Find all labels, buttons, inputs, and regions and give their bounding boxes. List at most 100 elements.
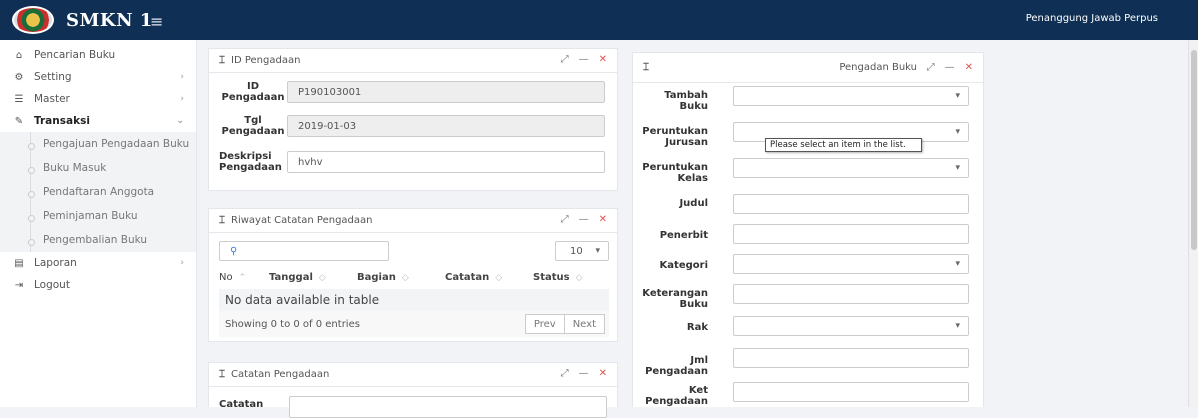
field-label-peruntukan-kelas: Peruntukan Kelas — [642, 162, 708, 184]
tgl-pengadaan-input[interactable]: 2019-01-03 — [287, 115, 605, 137]
field-label-tambah-buku: Tambah Buku — [664, 90, 708, 112]
panel-catatan-pengadaan: ⌶ Catatan Pengadaan ⤢ — ✕ Catatan — [208, 362, 618, 418]
sidebar-item-master[interactable]: ☰ Master › — [0, 88, 196, 110]
expand-icon[interactable]: ⤢ — [927, 62, 935, 73]
col-catatan[interactable]: Catatan ◇ — [445, 272, 533, 283]
close-icon[interactable]: ✕ — [599, 54, 607, 65]
sidebar-item-label: Setting — [34, 71, 72, 83]
sidebar-subitem-peminjaman-buku[interactable]: Peminjaman Buku — [28, 204, 196, 228]
school-logo — [12, 6, 54, 34]
close-icon[interactable]: ✕ — [965, 62, 973, 73]
sidebar-item-pencarian-buku[interactable]: ⌂ Pencarian Buku — [0, 44, 196, 66]
app-title: SMKN 1 — [66, 9, 153, 31]
field-label-tgl-pengadaan: Tgl Pengadaan — [221, 115, 285, 137]
penerbit-input[interactable] — [733, 224, 969, 244]
panel-id-pengadaan: ⌶ ID Pengadaan ⤢ — ✕ ID Pengadaan P190103… — [208, 48, 618, 191]
expand-icon[interactable]: ⤢ — [561, 54, 569, 65]
panel-handle-icon: ⌶ — [219, 55, 225, 66]
sidebar-subitem-buku-masuk[interactable]: Buku Masuk — [28, 156, 196, 180]
sidebar-item-logout[interactable]: ⇥ Logout — [0, 274, 196, 296]
sidebar-subitem-pendaftaran-anggota[interactable]: Pendaftaran Anggota — [28, 180, 196, 204]
sidebar-item-transaksi[interactable]: ✎ Transaksi ⌄ — [0, 110, 196, 132]
panel-header: ⌶ ID Pengadaan ⤢ — ✕ — [209, 49, 617, 73]
close-icon[interactable]: ✕ — [599, 214, 607, 225]
panel-header: ⌶ Catatan Pengadaan ⤢ — ✕ — [209, 363, 617, 387]
panel-title: Catatan Pengadaan — [231, 369, 330, 380]
catatan-input[interactable] — [289, 396, 607, 418]
rak-select[interactable] — [733, 316, 969, 336]
expand-icon[interactable]: ⤢ — [561, 214, 569, 225]
panel-handle-icon: ⌶ — [219, 369, 225, 380]
field-label-peruntukan-jurusan: Peruntukan Jurusan — [642, 126, 708, 148]
search-input[interactable]: ⚲ — [219, 241, 389, 261]
field-label-jml-pengadaan: Jml Pengadaan — [645, 355, 708, 377]
jml-pengadaan-input[interactable] — [733, 348, 969, 368]
col-no[interactable]: No ⌃ — [219, 272, 269, 283]
close-icon[interactable]: ✕ — [599, 368, 607, 379]
deskripsi-pengadaan-input[interactable]: hvhv — [287, 151, 605, 173]
tambah-buku-select[interactable] — [733, 86, 969, 106]
sidebar-item-label: Master — [34, 93, 70, 105]
kategori-select[interactable] — [733, 254, 969, 274]
chevron-down-icon: ⌄ — [176, 116, 184, 126]
page-size-select[interactable]: 10 — [555, 241, 609, 261]
peruntukan-kelas-select[interactable] — [733, 158, 969, 178]
expand-icon[interactable]: ⤢ — [561, 368, 569, 379]
chevron-right-icon: › — [180, 258, 184, 268]
minimize-icon[interactable]: — — [579, 54, 589, 65]
field-label-penerbit: Penerbit — [659, 230, 708, 241]
keterangan-buku-input[interactable] — [733, 284, 969, 304]
panel-handle-icon: ⌶ — [219, 215, 225, 226]
field-label-ket-pengadaan: Ket Pengadaan — [645, 385, 708, 407]
user-menu[interactable]: Penanggung Jawab Perpus — [1026, 13, 1158, 24]
table-header: No ⌃ Tanggal ◇ Bagian ◇ Catatan ◇ Status ◇ — [219, 265, 609, 289]
panel-header: ⌶ Riwayat Catatan Pengadaan ⤢ — ✕ — [209, 209, 617, 233]
field-label-kategori: Kategori — [659, 260, 708, 271]
sidebar-item-setting[interactable]: ⚙ Setting › — [0, 66, 196, 88]
database-icon: ☰ — [14, 93, 24, 105]
panel-handle-icon: ⌶ — [643, 62, 649, 73]
next-button[interactable]: Next — [564, 314, 605, 334]
minimize-icon[interactable]: — — [579, 368, 589, 379]
id-pengadaan-input[interactable]: P190103001 — [287, 81, 605, 103]
home-icon: ⌂ — [15, 49, 23, 61]
judul-input[interactable] — [733, 194, 969, 214]
col-bagian[interactable]: Bagian ◇ — [357, 272, 445, 283]
search-icon: ⚲ — [230, 245, 238, 257]
panel-title: ID Pengadaan — [231, 55, 301, 66]
field-label-rak: Rak — [686, 322, 708, 333]
col-status[interactable]: Status ◇ — [533, 272, 603, 283]
page-scrollbar[interactable] — [1188, 40, 1198, 407]
sidebar-subitem-pengajuan-pengadaan-buku[interactable]: Pengajuan Pengadaan Buku — [28, 132, 196, 156]
field-label-judul: Judul — [679, 198, 708, 209]
sidebar-item-laporan[interactable]: ▤ Laporan › — [0, 252, 196, 274]
panel-title: Pengadan Buku — [839, 62, 917, 73]
ket-pengadaan-input[interactable] — [733, 382, 969, 402]
panel-riwayat-catatan: ⌶ Riwayat Catatan Pengadaan ⤢ — ✕ ⚲ 10 N… — [208, 208, 618, 342]
edit-icon: ✎ — [14, 115, 24, 127]
sidebar-item-label: Transaksi — [34, 115, 90, 127]
menu-toggle-icon[interactable]: ≡ — [150, 12, 163, 31]
transaksi-submenu: Pengajuan Pengadaan Buku Buku Masuk Pend… — [0, 132, 196, 252]
sidebar: ⌂ Pencarian Buku ⚙ Setting › ☰ Master › … — [0, 40, 197, 407]
gear-icon: ⚙ — [14, 71, 24, 83]
field-label-id-pengadaan: ID Pengadaan — [221, 81, 285, 103]
chevron-right-icon: › — [180, 72, 184, 82]
logout-icon: ⇥ — [14, 279, 24, 291]
field-label-deskripsi-pengadaan: Deskripsi Pengadaan — [219, 151, 282, 173]
col-tanggal[interactable]: Tanggal ◇ — [269, 272, 357, 283]
brand[interactable]: SMKN 1 — [12, 6, 153, 34]
prev-button[interactable]: Prev — [524, 314, 565, 334]
report-icon: ▤ — [14, 257, 24, 269]
field-label-keterangan-buku: Keterangan Buku — [642, 288, 708, 310]
minimize-icon[interactable]: — — [945, 62, 955, 73]
sidebar-item-label: Logout — [34, 279, 70, 291]
panel-title: Riwayat Catatan Pengadaan — [231, 215, 373, 226]
scrollbar-thumb[interactable] — [1191, 50, 1197, 250]
validation-tooltip: Please select an item in the list. — [765, 138, 922, 152]
minimize-icon[interactable]: — — [579, 214, 589, 225]
sidebar-item-label: Laporan — [34, 257, 77, 269]
chevron-right-icon: › — [180, 94, 184, 104]
sidebar-subitem-pengembalian-buku[interactable]: Pengembalian Buku — [28, 228, 196, 252]
table-empty-row: No data available in table — [219, 289, 609, 311]
